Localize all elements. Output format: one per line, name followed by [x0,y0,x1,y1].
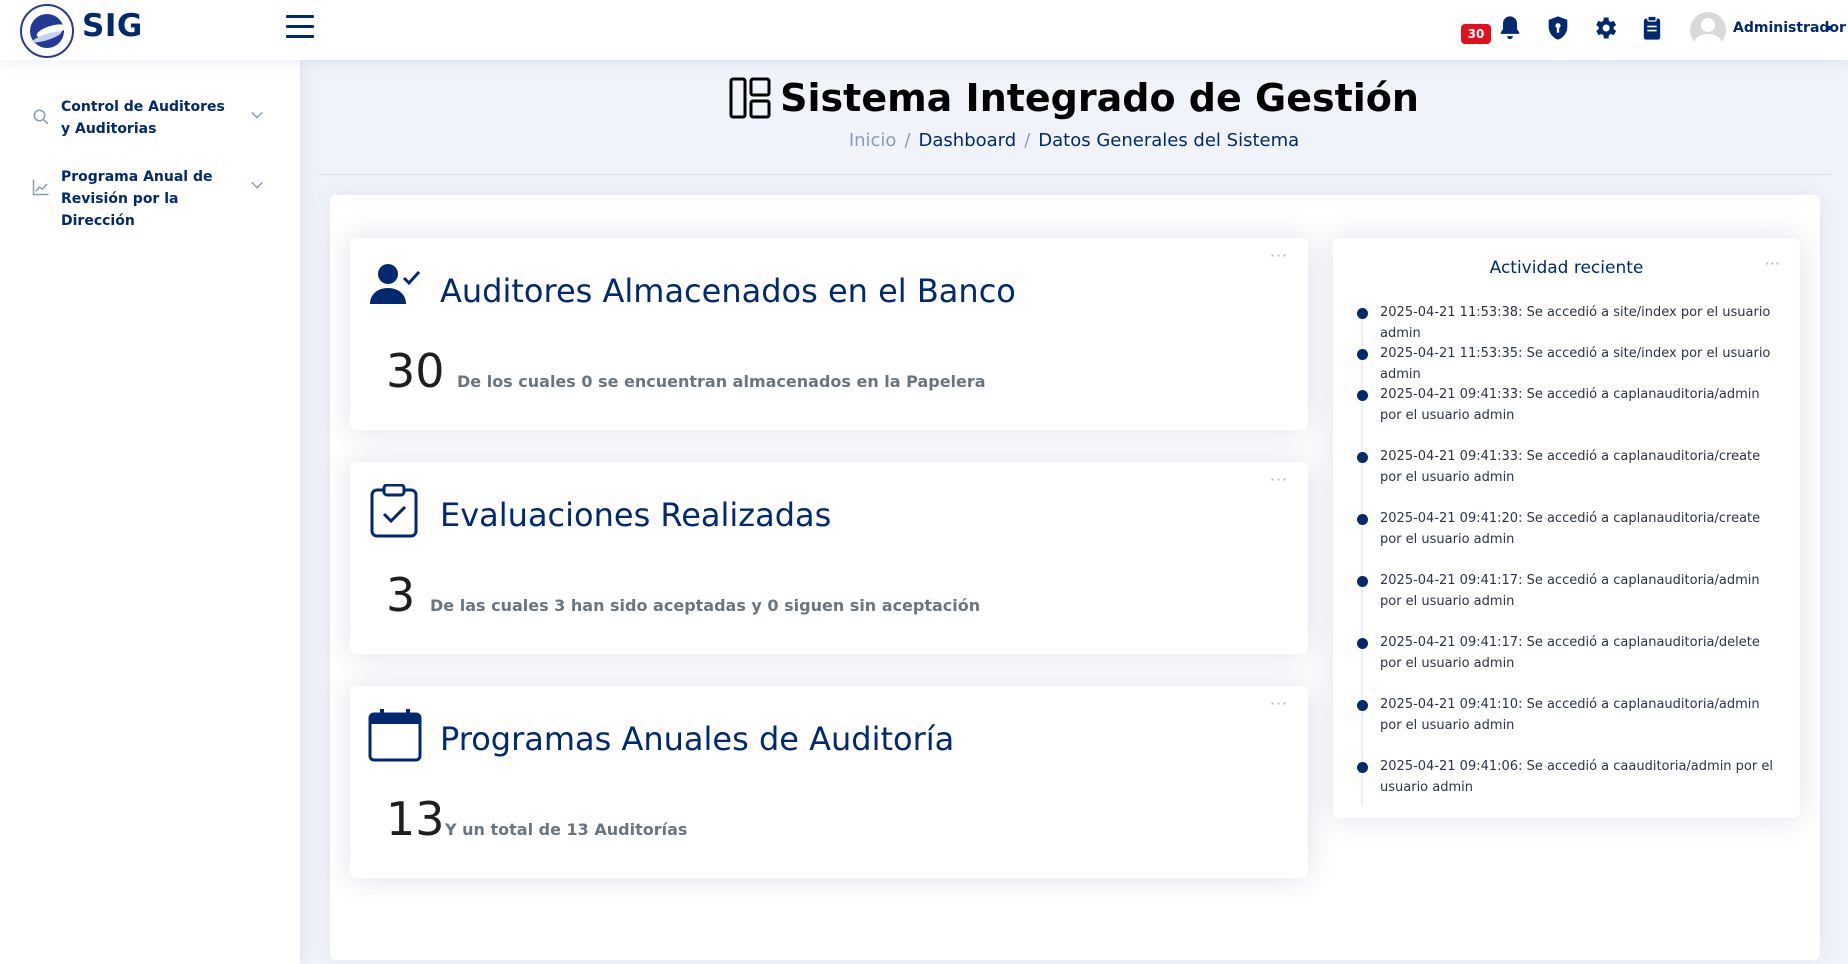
bell-icon[interactable] [1496,14,1524,42]
card-value: 13 [386,792,445,846]
card-description: De los cuales 0 se encuentran almacenado… [457,372,986,391]
card-menu-button[interactable]: ··· [1270,694,1288,713]
caret-down-icon[interactable] [1825,26,1833,31]
calendar-icon [368,709,422,762]
chevron-down-icon[interactable] [250,108,264,122]
layout-icon [729,77,771,119]
evaluaciones-card: ··· Evaluaciones Realizadas 3 De las cua… [350,462,1308,654]
page-title-row: Sistema Integrado de Gestión [300,76,1848,120]
clipboard-icon[interactable] [1638,14,1666,42]
card-value: 30 [386,344,445,398]
sidebar-item-label: Control de Auditores y Auditorias [61,99,225,137]
menu-toggle-button[interactable] [286,15,314,39]
breadcrumb: Inicio / Dashboard / Datos Generales del Sis… [848,130,1300,151]
chevron-down-icon[interactable] [250,178,264,192]
clipboard-check-icon [370,484,418,538]
sidebar-item-control-auditores[interactable]: Control de Auditores y Auditorias [20,94,270,144]
timeline-line [1361,308,1363,806]
search-icon [33,109,49,125]
auditores-card: ··· Auditores Almacenados en el Banco 30… [350,238,1308,430]
sidebar-item-label: Programa Anual de Revisión por la Direcc… [61,169,213,229]
avatar[interactable] [1690,12,1726,48]
top-header: SIG 30 Administrador [0,0,1848,60]
page-title: Sistema Integrado de Gestión [780,76,1419,120]
breadcrumb-dashboard[interactable]: Dashboard [919,130,1017,151]
card-description: Y un total de 13 Auditorías [445,820,688,839]
sidebar-item-programa-anual[interactable]: Programa Anual de Revisión por la Direcc… [20,164,270,229]
divider [318,174,1830,175]
card-title: Auditores Almacenados en el Banco [440,272,1016,310]
brand-logo-text[interactable]: SIG [82,8,143,44]
logo-seal[interactable] [20,4,74,58]
activity-title: Actividad reciente [1489,258,1644,278]
sidebar: Control de Auditores y Auditorias Progra… [0,60,300,964]
card-description: De las cuales 3 han sido aceptadas y 0 s… [430,596,981,615]
chart-icon [32,179,49,196]
shield-icon[interactable] [1544,14,1572,42]
card-value: 3 [386,568,416,622]
card-menu-button[interactable]: ··· [1270,470,1288,489]
gear-icon[interactable] [1591,14,1619,42]
card-title: Evaluaciones Realizadas [440,496,832,534]
notification-count-badge: 30 [1461,24,1491,44]
user-check-icon [370,264,421,304]
card-menu-button[interactable]: ··· [1270,246,1288,265]
breadcrumb-inicio[interactable]: Inicio [849,130,897,151]
programas-card: ··· Programas Anuales de Auditoría 13 Y … [350,686,1308,878]
breadcrumb-current: Datos Generales del Sistema [1038,130,1300,151]
recent-activity-card: ··· Actividad reciente 2025-04-21 11:53:… [1333,238,1800,818]
card-title: Programas Anuales de Auditoría [440,720,955,758]
